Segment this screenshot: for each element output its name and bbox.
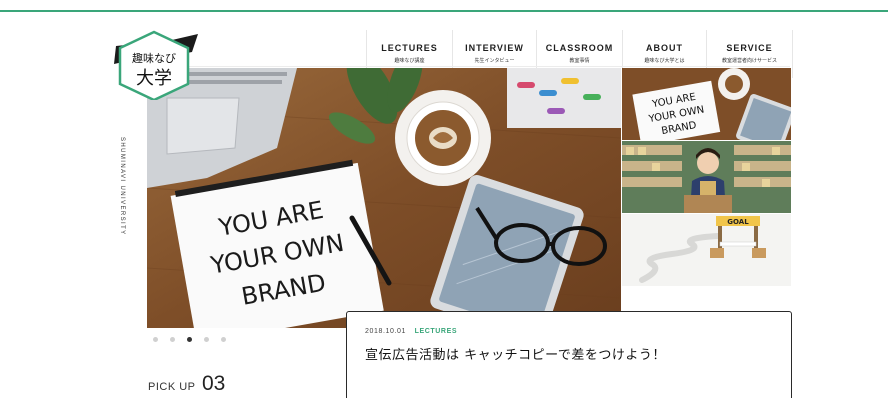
slider-dot-active[interactable] — [187, 337, 192, 342]
nav-item-sublabel: 教室運営者向けサービス — [721, 58, 777, 64]
slider-dot[interactable] — [153, 337, 158, 342]
nav-item-sublabel: 教室事情 — [569, 58, 590, 64]
article-title[interactable]: 宣伝広告活動は キャッチコピーで差をつけよう！ — [365, 344, 773, 363]
nav-item-sublabel: 趣味なび大学とは — [644, 58, 685, 64]
pickup-heading: PICK UP 03 — [148, 372, 225, 396]
coffee-cup — [395, 90, 491, 186]
slide-thumbnail-3[interactable]: GOAL — [622, 214, 791, 286]
nav-item-sublabel: 趣味なび講座 — [394, 58, 425, 64]
slider-dot[interactable] — [221, 337, 226, 342]
nav-item-label: SERVICE — [726, 43, 773, 53]
site-logo[interactable]: 趣味なび 大学 — [112, 30, 198, 100]
slider-pagination — [153, 337, 238, 342]
pickup-number: 03 — [201, 372, 226, 395]
nav-item-sublabel: 先生インタビュー — [474, 58, 515, 64]
slider-dot[interactable] — [204, 337, 209, 342]
article-meta: 2018.10.01 LECTURES — [365, 328, 773, 335]
logo-text-top: 趣味なび — [132, 51, 176, 65]
hero-slide-image[interactable]: YOU ARE YOUR OWN BRAND — [147, 68, 621, 328]
nav-item-label: INTERVIEW — [465, 43, 524, 53]
vertical-brand-text: SHUMINAVI UNIVERSITY — [112, 137, 126, 240]
nav-item-label: ABOUT — [646, 43, 683, 53]
slider-dot[interactable] — [170, 337, 175, 342]
article-date: 2018.10.01 — [365, 328, 407, 335]
article-category[interactable]: LECTURES — [415, 328, 458, 335]
pickup-label: PICK UP — [148, 381, 196, 393]
slide-thumbnails: YOU ARE YOUR OWN BRAND GOAL — [622, 68, 791, 286]
slide-thumbnail-1[interactable]: YOU ARE YOUR OWN BRAND — [622, 68, 791, 140]
featured-article-card[interactable]: 2018.10.01 LECTURES 宣伝広告活動は キャッチコピーで差をつけ… — [346, 311, 792, 398]
header-divider — [120, 66, 790, 67]
logo-text-bottom: 大学 — [136, 68, 172, 89]
slide-thumbnail-2[interactable] — [622, 141, 791, 213]
goal-sign-text: GOAL — [727, 218, 749, 226]
brand-vertical-label: SHUMINAVI UNIVERSITY — [119, 137, 125, 236]
nav-item-label: CLASSROOM — [545, 43, 614, 53]
nav-item-label: LECTURES — [381, 43, 438, 53]
